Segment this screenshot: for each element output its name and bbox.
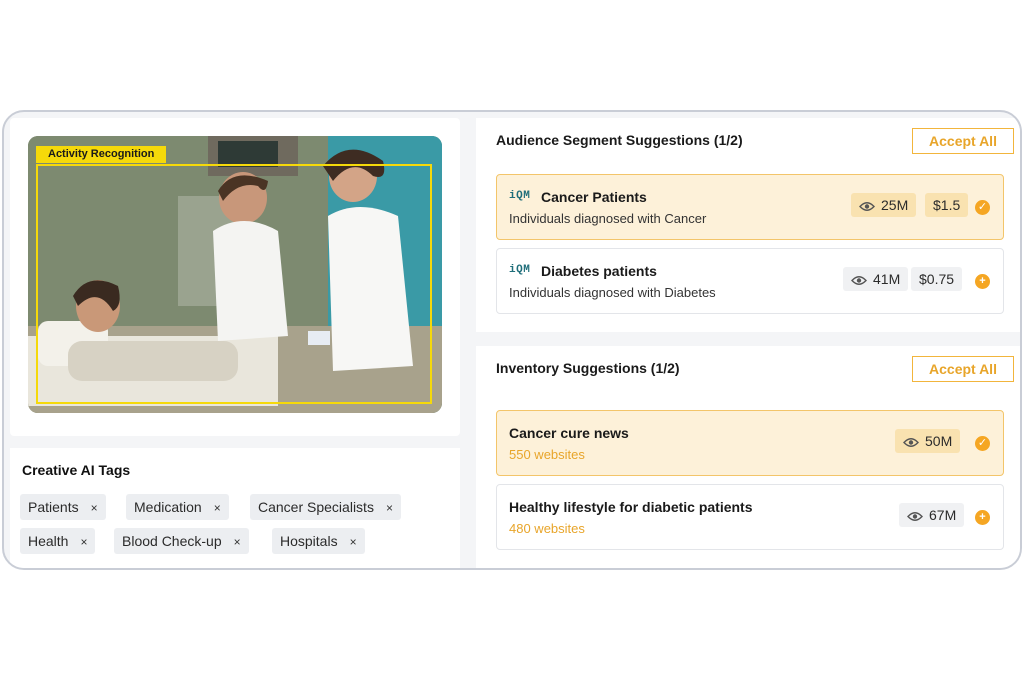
tag-chip[interactable]: Patients ×: [20, 494, 106, 520]
tag-label: Medication: [134, 499, 202, 515]
inventory-item-websites: 480 websites: [509, 521, 585, 536]
tag-label: Health: [28, 533, 69, 549]
price-metric: $0.75: [911, 267, 963, 291]
check-icon[interactable]: ✓: [975, 436, 990, 451]
tag-label: Hospitals: [280, 533, 338, 549]
close-icon[interactable]: ×: [214, 501, 221, 515]
activity-detection-box: [36, 164, 432, 404]
tag-label: Blood Check-up: [122, 533, 222, 549]
audience-item[interactable]: iQM Diabetes patients Individuals diagno…: [496, 248, 1004, 314]
audience-suggestions-panel: Audience Segment Suggestions (1/2) Accep…: [476, 118, 1020, 332]
inventory-item-name: Healthy lifestyle for diabetic patients: [509, 499, 753, 515]
tag-chip[interactable]: Cancer Specialists ×: [250, 494, 401, 520]
plus-icon[interactable]: +: [975, 274, 990, 289]
audience-item[interactable]: iQM Cancer Patients Individuals diagnose…: [496, 174, 1004, 240]
creative-ai-tags-card: Creative AI Tags Patients × Medication × C…: [10, 448, 460, 568]
inventory-item-websites: 550 websites: [509, 447, 585, 462]
eye-icon: [907, 511, 923, 521]
hospital-scene-image: Activity Recognition: [28, 136, 442, 413]
eye-icon: [851, 275, 867, 285]
close-icon[interactable]: ×: [350, 535, 357, 549]
activity-recognition-label: Activity Recognition: [36, 146, 167, 163]
reach-value: 25M: [881, 197, 909, 213]
plus-icon[interactable]: +: [975, 510, 990, 525]
close-icon[interactable]: ×: [91, 501, 98, 515]
reach-value: 67M: [929, 507, 957, 523]
tag-chip[interactable]: Medication ×: [126, 494, 229, 520]
close-icon[interactable]: ×: [80, 535, 87, 549]
reach-value: 50M: [925, 433, 953, 449]
reach-value: 41M: [873, 271, 901, 287]
dashboard-frame: Activity Recognition Creative AI Tags Pa…: [2, 110, 1022, 570]
reach-metric: 67M: [899, 503, 965, 527]
audience-item-name: Diabetes patients: [541, 263, 657, 279]
iqm-logo: iQM: [509, 264, 531, 276]
eye-icon: [903, 437, 919, 447]
tag-chip[interactable]: Hospitals ×: [272, 528, 365, 554]
iqm-logo: iQM: [509, 190, 531, 202]
inventory-suggestions-title: Inventory Suggestions (1/2): [496, 360, 680, 376]
audience-item-description: Individuals diagnosed with Diabetes: [509, 285, 716, 300]
close-icon[interactable]: ×: [234, 535, 241, 549]
creative-ai-tags-title: Creative AI Tags: [22, 462, 131, 478]
audience-item-description: Individuals diagnosed with Cancer: [509, 211, 707, 226]
tag-label: Patients: [28, 499, 79, 515]
reach-metric: 50M: [895, 429, 961, 453]
tag-chip[interactable]: Blood Check-up ×: [114, 528, 249, 554]
accept-all-audience-button[interactable]: Accept All: [912, 128, 1014, 154]
price-metric: $1.5: [925, 193, 969, 217]
audience-item-name: Cancer Patients: [541, 189, 647, 205]
tag-label: Cancer Specialists: [258, 499, 374, 515]
reach-metric: 25M: [851, 193, 917, 217]
inventory-item[interactable]: Healthy lifestyle for diabetic patients …: [496, 484, 1004, 550]
close-icon[interactable]: ×: [386, 501, 393, 515]
eye-icon: [859, 201, 875, 211]
inventory-item-name: Cancer cure news: [509, 425, 629, 441]
tag-chip[interactable]: Health ×: [20, 528, 96, 554]
audience-suggestions-title: Audience Segment Suggestions (1/2): [496, 132, 743, 148]
inventory-suggestions-panel: Inventory Suggestions (1/2) Accept All C…: [476, 346, 1020, 568]
check-icon[interactable]: ✓: [975, 200, 990, 215]
inventory-item[interactable]: Cancer cure news 550 websites 50M ✓: [496, 410, 1004, 476]
reach-metric: 41M: [843, 267, 909, 291]
creative-image-card: Activity Recognition: [10, 118, 460, 436]
accept-all-inventory-button[interactable]: Accept All: [912, 356, 1014, 382]
